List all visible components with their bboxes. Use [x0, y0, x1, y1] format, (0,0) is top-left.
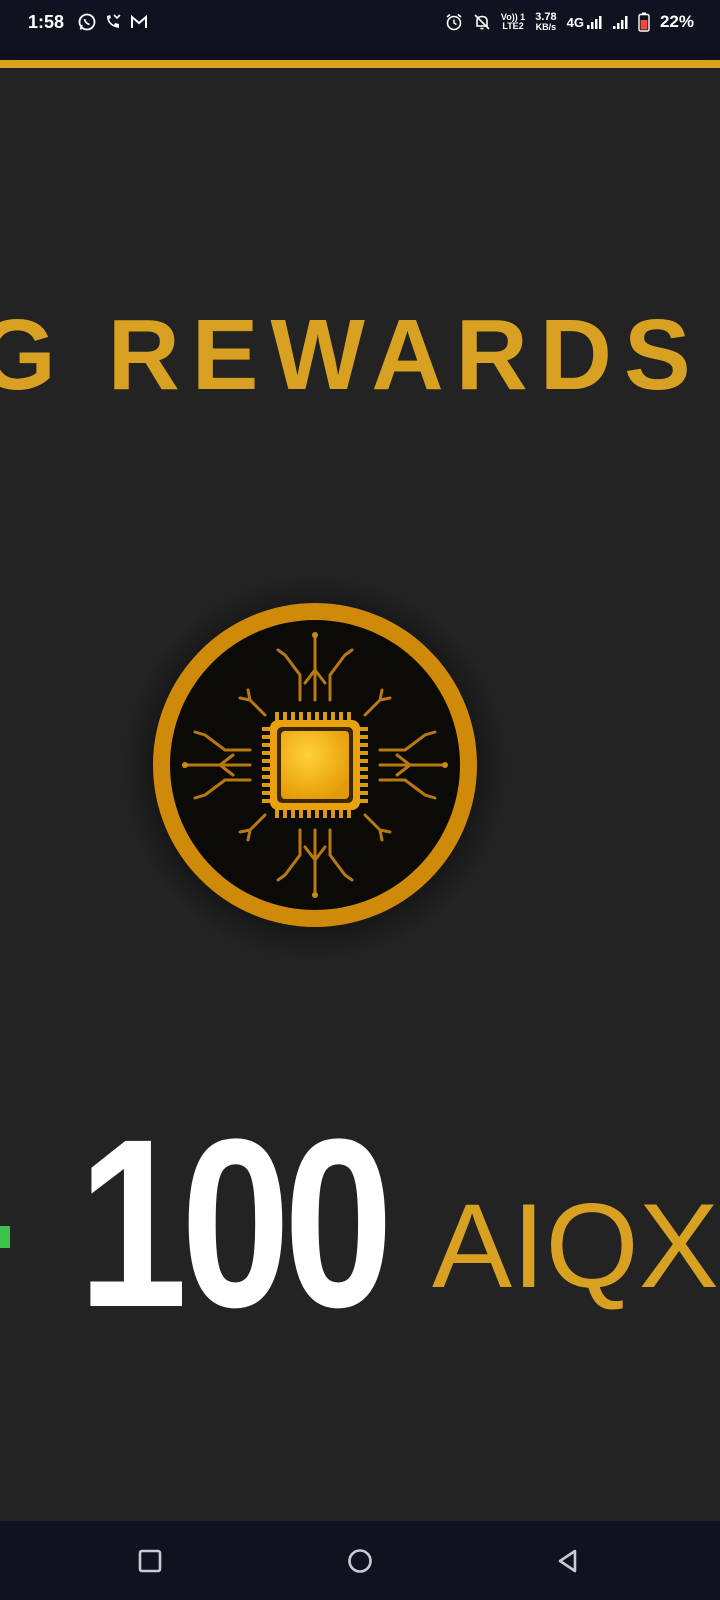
data-speed-unit: KB/s	[535, 22, 557, 32]
reward-screen: G REWARDS R	[0, 68, 720, 1521]
missed-call-icon	[104, 13, 122, 31]
battery-percent: 22%	[659, 12, 694, 31]
whatsapp-icon	[78, 13, 96, 31]
reward-unit: AIQX	[432, 1179, 719, 1313]
reward-amount: 100	[78, 1089, 393, 1357]
gmail-icon	[130, 13, 148, 31]
battery-icon	[638, 12, 650, 32]
green-indicator	[0, 1226, 10, 1248]
system-navigation-bar	[0, 1521, 720, 1600]
rewards-marquee-text: G REWARDS R	[0, 299, 720, 411]
chip-coin-icon	[153, 603, 477, 927]
home-circle-icon	[348, 1549, 372, 1573]
status-bar: 1:58 Vo)) 1 LTE2 3.78 KB/s 4G 22%	[0, 0, 720, 60]
recents-square-icon	[138, 1549, 162, 1573]
aiqx-coin-logo	[145, 595, 485, 935]
home-button[interactable]	[338, 1539, 382, 1583]
alarm-icon	[445, 13, 463, 31]
status-right-icons: Vo)) 1 LTE2 3.78 KB/s 4G 22%	[445, 12, 694, 32]
notifications-off-icon	[473, 13, 491, 31]
status-left-icons	[78, 13, 148, 31]
status-time: 1:58	[28, 12, 65, 32]
recents-button[interactable]	[128, 1539, 172, 1583]
header-accent-line	[0, 60, 720, 68]
back-triangle-icon	[558, 1549, 577, 1573]
signal-icon	[612, 14, 628, 30]
volte-bottom-label: LTE2	[502, 21, 524, 31]
back-button[interactable]	[546, 1539, 590, 1583]
data-speed-icon: 3.78 KB/s	[535, 12, 556, 32]
volte-icon: Vo)) 1 LTE2	[501, 13, 525, 31]
network-type-label: 4G	[566, 14, 584, 30]
signal-4g-icon: 4G	[567, 14, 602, 30]
